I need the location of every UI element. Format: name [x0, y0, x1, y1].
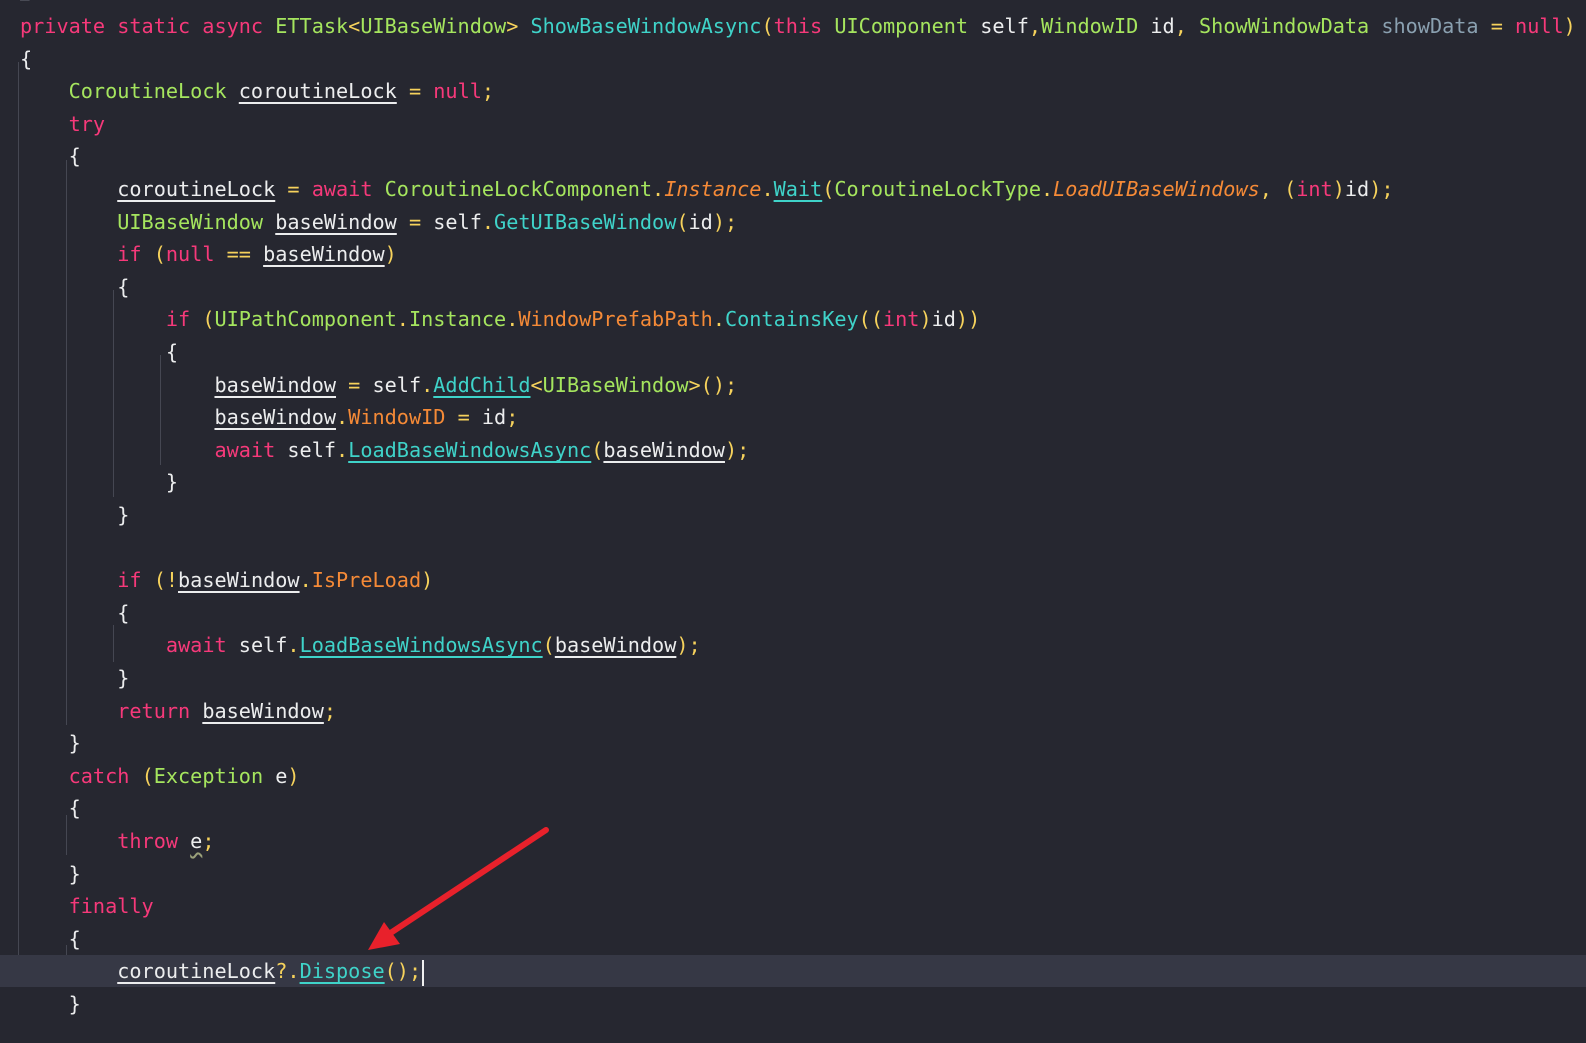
arrow-head	[368, 922, 400, 950]
arrow-shaft	[383, 827, 549, 939]
annotation-arrow	[368, 827, 549, 950]
code-editor[interactable]: □ . . . . . . . . private static async E…	[0, 0, 1586, 1043]
